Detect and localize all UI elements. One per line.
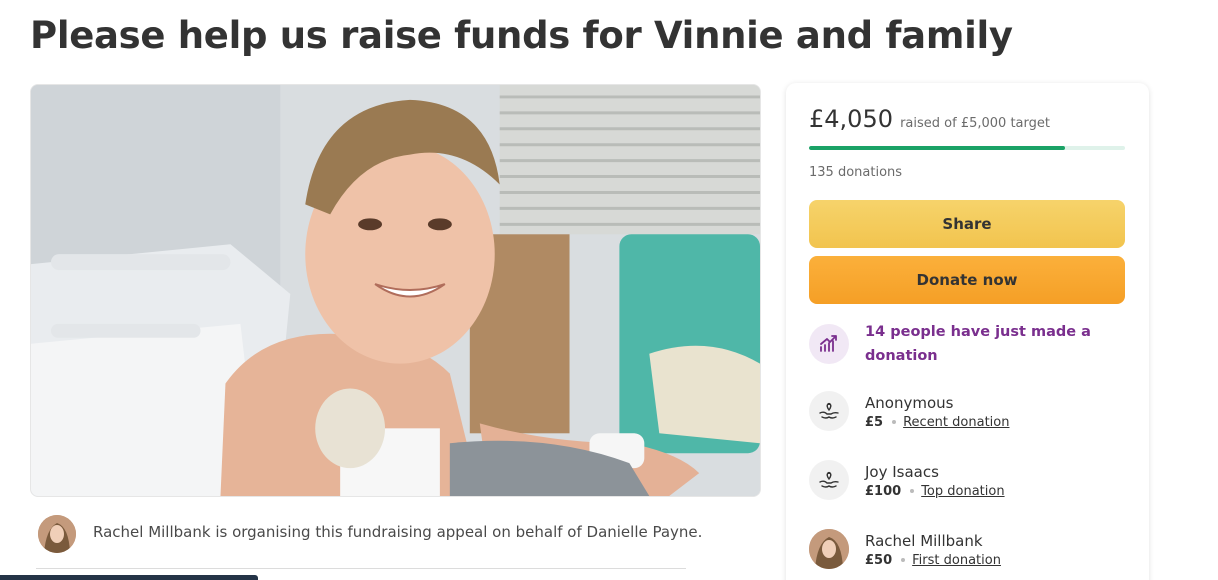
hands-heart-icon [809,460,849,500]
trending-donations-text: 14 people have just made a donation [865,324,1091,364]
share-button[interactable]: Share [809,200,1125,248]
campaign-photo [30,84,761,497]
raised-summary: £4,050 raised of £5,000 target [809,105,1050,133]
donor-amount: £100 [865,484,902,499]
donor-item: Joy Isaacs £100 Top donation [865,463,1125,499]
donor-name: Anonymous [865,394,954,412]
separator-dot [892,419,897,424]
raised-amount: £4,050 [809,105,893,133]
donor-tag-link[interactable]: First donation [912,553,1001,568]
page-title: Please help us raise funds for Vinnie an… [30,14,1013,57]
donor-name: Joy Isaacs [865,463,939,481]
separator-dot [910,488,915,493]
donor-item: Anonymous £5 Recent donation [865,394,1125,430]
donor-item: Rachel Millbank £50 First donation [865,532,1125,568]
progress-bar [809,146,1125,150]
divider [36,568,686,569]
hands-heart-icon [809,391,849,431]
donor-amount: £5 [865,415,884,430]
bottom-bar [0,575,258,580]
donor-tag-link[interactable]: Recent donation [903,415,1009,430]
donor-avatar [809,529,849,569]
donor-amount: £50 [865,553,893,568]
raised-caption: raised of £5,000 target [900,116,1050,131]
progress-fill [809,146,1065,150]
trending-up-icon [809,324,849,364]
campaign-photo-image [31,85,760,496]
organiser-avatar[interactable] [38,515,76,553]
separator-dot [901,557,906,562]
donation-card: £4,050 raised of £5,000 target 135 donat… [786,83,1149,580]
organiser-row: Rachel Millbank is organising this fundr… [36,513,702,553]
donate-button[interactable]: Donate now [809,256,1125,304]
donation-count: 135 donations [809,165,903,180]
donor-name: Rachel Millbank [865,532,983,550]
donor-tag-link[interactable]: Top donation [921,484,1004,499]
organiser-text: Rachel Millbank is organising this fundr… [93,523,703,541]
